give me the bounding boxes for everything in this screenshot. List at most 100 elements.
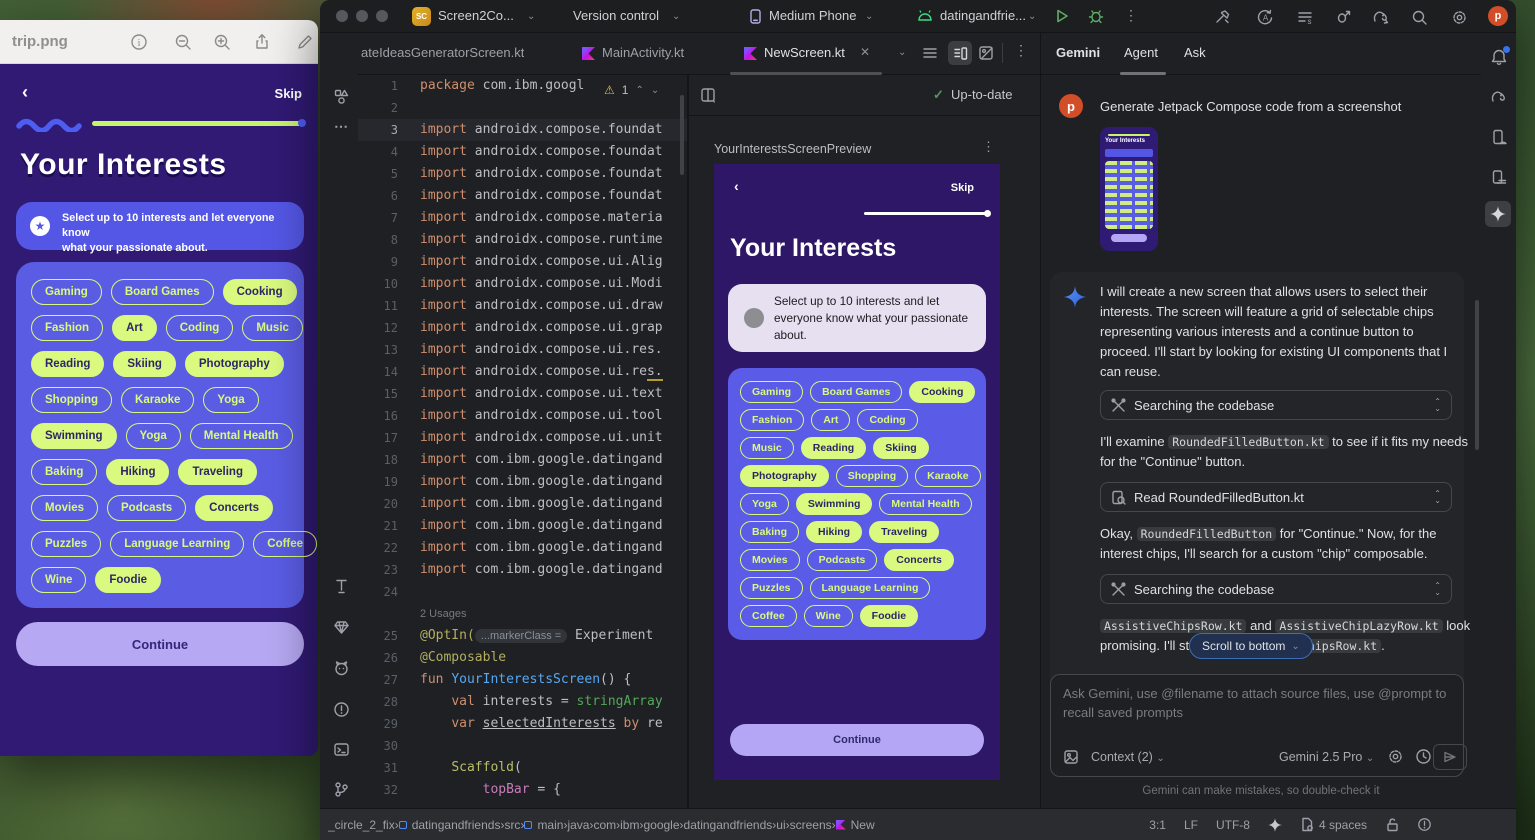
user-avatar[interactable]: p <box>1488 6 1508 26</box>
hidden-tabs-chevron-icon[interactable]: ⌄ <box>898 47 906 58</box>
zoom-in-icon[interactable] <box>213 33 231 51</box>
more-actions-kebab-icon[interactable]: ⋮ <box>1124 7 1138 24</box>
tab-newscreen[interactable]: NewScreen.kt <box>764 45 845 60</box>
line-number[interactable]: 19 <box>358 471 420 493</box>
tab-mainactivity[interactable]: MainActivity.kt <box>602 45 684 60</box>
line-number[interactable]: 29 <box>358 713 420 735</box>
run-with-coverage-icon[interactable]: s <box>1292 4 1318 30</box>
tab-agent[interactable]: Agent <box>1124 45 1158 60</box>
gemini-sparkle-toggle[interactable] <box>1485 201 1511 227</box>
gradle-elephant-icon[interactable] <box>1486 84 1512 110</box>
attached-screenshot-thumbnail[interactable]: Your Interests <box>1100 127 1158 251</box>
run-button[interactable] <box>1054 8 1070 24</box>
vcs-widget[interactable]: Version control <box>573 8 659 23</box>
unlock-icon[interactable] <box>1385 817 1399 832</box>
breadcrumb-item[interactable]: java <box>567 818 589 832</box>
line-number[interactable]: 21 <box>358 515 420 537</box>
breadcrumb-item[interactable]: com <box>593 818 616 832</box>
preview-name[interactable]: YourInterestsScreenPreview <box>714 142 871 156</box>
build-icon[interactable] <box>1210 4 1236 30</box>
project-selector[interactable]: Screen2Co... <box>438 8 514 23</box>
context-selector[interactable]: Context (2) ⌄ <box>1091 750 1165 764</box>
build-tool-icon[interactable] <box>328 573 354 599</box>
gemini-input-box[interactable]: Ask Gemini, use @filename to attach sour… <box>1050 674 1464 777</box>
line-number[interactable]: 1 <box>358 75 420 97</box>
profiler-cat-icon[interactable] <box>328 655 354 681</box>
breadcrumb-item[interactable]: main <box>524 818 563 832</box>
zoom-window-button[interactable] <box>376 10 388 22</box>
line-number[interactable]: 28 <box>358 691 420 713</box>
line-number[interactable]: 26 <box>358 647 420 669</box>
chat-scrollbar[interactable] <box>1475 300 1479 450</box>
tab-dateideas[interactable]: ateIdeasGeneratorScreen.kt <box>361 45 524 60</box>
line-number[interactable]: 8 <box>358 229 420 251</box>
line-number[interactable]: 24 <box>358 581 420 603</box>
preview-status[interactable]: Up-to-date <box>951 87 1012 102</box>
breadcrumb-item[interactable]: _circle_2_fix <box>328 818 395 832</box>
line-number[interactable]: 2 <box>358 97 420 119</box>
device-selector[interactable]: Medium Phone <box>769 8 856 23</box>
breadcrumb-item[interactable]: ibm <box>620 818 639 832</box>
breadcrumb-item[interactable]: New <box>836 818 875 832</box>
line-separator[interactable]: LF <box>1184 818 1198 832</box>
line-number[interactable]: 13 <box>358 339 420 361</box>
zoom-out-icon[interactable] <box>174 33 192 51</box>
close-tab-icon[interactable]: ✕ <box>860 45 870 59</box>
model-selector[interactable]: Gemini 2.5 Pro ⌄ <box>1279 750 1374 764</box>
share-icon[interactable] <box>253 33 271 51</box>
line-number[interactable]: 6 <box>358 185 420 207</box>
line-number[interactable]: 32 <box>358 779 420 801</box>
apply-changes-icon[interactable]: A <box>1252 4 1278 30</box>
line-number[interactable]: 7 <box>358 207 420 229</box>
running-devices-icon[interactable] <box>1486 124 1512 150</box>
breadcrumb-item[interactable]: google <box>643 818 679 832</box>
device-explorer-icon[interactable] <box>1486 164 1512 190</box>
line-number[interactable]: 31 <box>358 757 420 779</box>
line-number[interactable]: 15 <box>358 383 420 405</box>
gemini-settings-gear-icon[interactable] <box>1387 748 1404 765</box>
gem-icon[interactable] <box>328 614 354 640</box>
minimize-window-button[interactable] <box>356 10 368 22</box>
code-editor[interactable]: 1package com.ibm.googl23import androidx.… <box>358 75 687 808</box>
line-number[interactable]: 27 <box>358 669 420 691</box>
project-icon[interactable]: SC <box>412 7 431 26</box>
line-number[interactable]: 30 <box>358 735 420 757</box>
inspection-widget[interactable]: ⚠ 1 ⌃ ⌄ <box>604 79 676 101</box>
breadcrumb-item[interactable]: datingandfriends <box>684 818 773 832</box>
problems-icon[interactable] <box>328 696 354 722</box>
attach-image-icon[interactable] <box>1063 749 1079 765</box>
editor-options-kebab-icon[interactable]: ⋮ <box>1014 42 1028 59</box>
tool-call-searching-codebase[interactable]: Searching the codebase⌃⌄ <box>1100 574 1452 604</box>
history-clock-icon[interactable] <box>1415 748 1432 765</box>
breadcrumb-item[interactable]: screens <box>790 818 832 832</box>
split-view-icon[interactable] <box>948 41 972 65</box>
scroll-to-bottom-button[interactable]: Scroll to bottom⌄ <box>1189 633 1313 659</box>
sparkle-status-icon[interactable] <box>1268 818 1282 832</box>
tool-call-read-file[interactable]: Read RoundedFilledButton.kt⌃⌄ <box>1100 482 1452 512</box>
line-number[interactable]: 10 <box>358 273 420 295</box>
code-view-icon[interactable] <box>922 45 938 61</box>
next-problem-icon[interactable]: ⌄ <box>651 85 659 96</box>
error-circle-icon[interactable] <box>1417 817 1432 832</box>
breadcrumb-item[interactable]: src <box>504 818 520 832</box>
line-number[interactable]: 18 <box>358 449 420 471</box>
preview-options-kebab-icon[interactable]: ⋮ <box>982 139 995 155</box>
line-number[interactable]: 22 <box>358 537 420 559</box>
terminal-icon[interactable] <box>328 736 354 762</box>
line-number[interactable]: 11 <box>358 295 420 317</box>
usages-hint[interactable]: 2 Usages <box>420 608 466 620</box>
line-number[interactable]: 14 <box>358 361 420 383</box>
gradle-sync-icon[interactable] <box>1368 4 1394 30</box>
git-branch-icon[interactable] <box>328 776 354 802</box>
indent-widget[interactable]: 4 spaces <box>1300 817 1367 832</box>
design-view-icon[interactable] <box>978 45 994 61</box>
prev-problem-icon[interactable]: ⌃ <box>635 85 643 96</box>
line-number[interactable]: 12 <box>358 317 420 339</box>
editor-scrollbar[interactable] <box>680 95 684 175</box>
markup-pencil-icon[interactable] <box>296 33 314 51</box>
line-number[interactable]: 3 <box>358 119 420 141</box>
line-number[interactable] <box>358 603 420 625</box>
line-number[interactable]: 23 <box>358 559 420 581</box>
attach-debugger-icon[interactable] <box>1330 4 1356 30</box>
line-number[interactable]: 17 <box>358 427 420 449</box>
